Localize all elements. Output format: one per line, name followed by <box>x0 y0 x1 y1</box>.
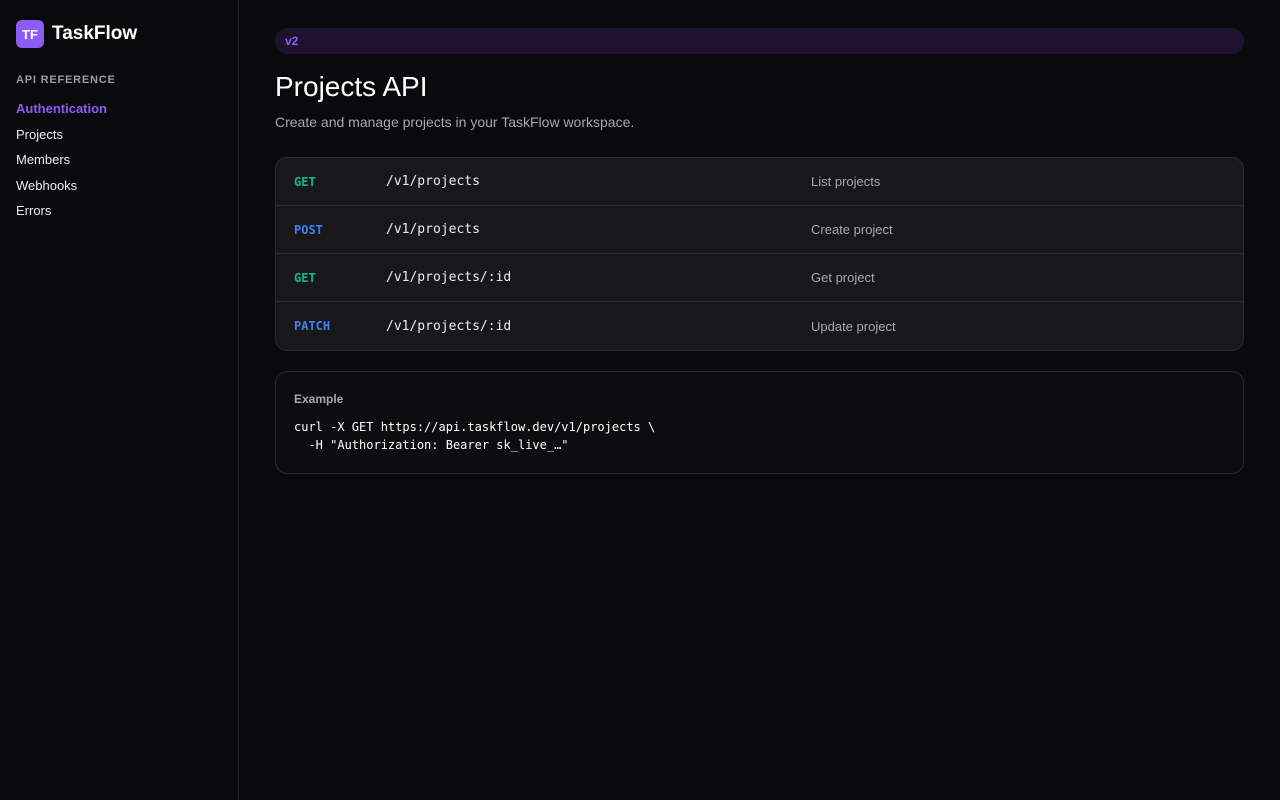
endpoint-row-update-project[interactable]: PATCH /v1/projects/:id Update project <box>276 302 1243 350</box>
sidebar-item-errors[interactable]: Errors <box>16 202 222 228</box>
http-method-badge: GET <box>294 270 316 285</box>
sidebar-nav: Authentication Projects Members Webhooks… <box>16 100 222 228</box>
taskflow-logo-icon: TF <box>16 20 44 48</box>
app-root: TF TaskFlow API REFERENCE Authentication… <box>0 0 1280 800</box>
brand[interactable]: TF TaskFlow <box>16 20 222 48</box>
endpoint-row-get-project[interactable]: GET /v1/projects/:id Get project <box>276 254 1243 302</box>
version-badge: v2 <box>285 34 299 48</box>
http-method-badge: GET <box>294 174 316 189</box>
code-example-panel: Example curl -X GET https://api.taskflow… <box>275 371 1244 474</box>
version-banner: v2 <box>275 28 1244 54</box>
endpoint-description: Create project <box>811 222 893 237</box>
http-method-badge: PATCH <box>294 319 331 333</box>
sidebar-item-projects[interactable]: Projects <box>16 126 222 152</box>
page-title: Projects API <box>275 71 428 102</box>
endpoint-description: List projects <box>811 174 881 189</box>
http-method-badge: POST <box>294 222 323 237</box>
endpoint-row-list-projects[interactable]: GET /v1/projects List projects <box>276 158 1243 206</box>
endpoint-list: GET /v1/projects List projects POST /v1/… <box>275 157 1244 351</box>
main-content: v2 Projects API Create and manage projec… <box>239 0 1280 800</box>
code-snippet[interactable]: curl -X GET https://api.taskflow.dev/v1/… <box>294 418 1225 454</box>
sidebar-section-label: API REFERENCE <box>16 74 116 86</box>
endpoint-row-create-project[interactable]: POST /v1/projects Create project <box>276 206 1243 254</box>
endpoint-description: Get project <box>811 270 875 285</box>
endpoint-path: /v1/projects <box>386 174 480 189</box>
page-subtitle: Create and manage projects in your TaskF… <box>275 114 635 130</box>
example-label: Example <box>294 392 344 406</box>
sidebar-item-authentication[interactable]: Authentication <box>16 100 222 126</box>
sidebar: TF TaskFlow API REFERENCE Authentication… <box>0 0 239 800</box>
endpoint-path: /v1/projects/:id <box>386 270 512 285</box>
endpoint-path: /v1/projects/:id <box>386 318 512 334</box>
endpoint-path: /v1/projects <box>386 222 480 237</box>
sidebar-item-webhooks[interactable]: Webhooks <box>16 177 222 203</box>
endpoint-description: Update project <box>811 318 896 334</box>
brand-name: TaskFlow <box>52 23 138 44</box>
sidebar-item-members[interactable]: Members <box>16 151 222 177</box>
